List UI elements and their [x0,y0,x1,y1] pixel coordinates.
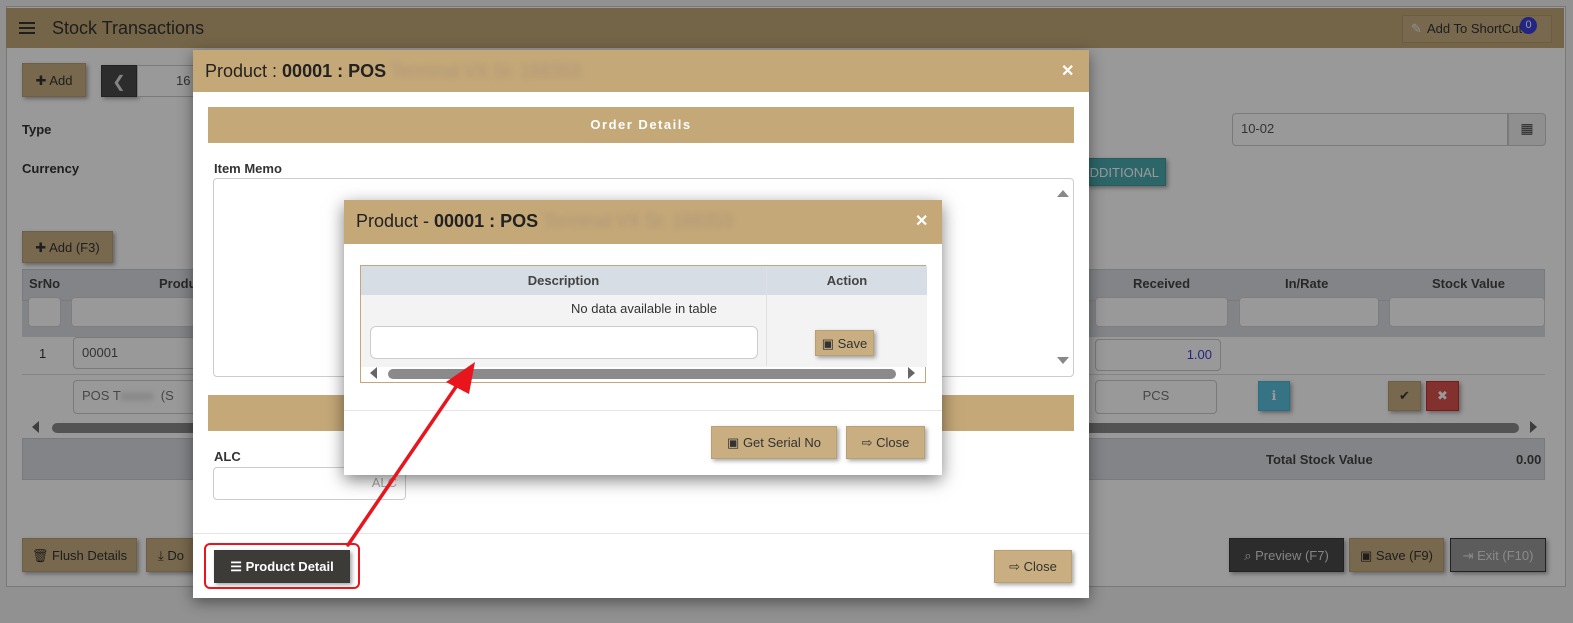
title-blurred: Terminal VX Sr. 188353 [391,61,581,81]
order-details-band: Order Details [208,107,1074,143]
table-scroll-left-icon[interactable] [370,367,377,379]
memo-scroll-up-icon[interactable] [1057,190,1069,197]
floppy-icon: ▣ [821,336,835,351]
empty-message: No data available in table [571,301,717,316]
title-prefix: Product : [205,61,283,81]
product-detail-modal: Product - 00001 : POS Terminal VX Sr. 18… [344,200,942,475]
serial-input[interactable] [370,326,758,359]
product-detail-title: Product - 00001 : POS Terminal VX Sr. 18… [356,211,732,232]
title-blurred: Terminal VX Sr. 188353 [543,211,733,231]
modal-close-label: Close [1023,559,1057,574]
item-memo-label: Item Memo [214,161,282,176]
exit-icon: ⇨ [861,435,873,450]
title-prefix: Product - [356,211,435,231]
col-action: Action [826,273,868,288]
serial-table: Description Action No data available in … [360,265,927,383]
alc-label: ALC [214,449,241,464]
column-divider [766,266,767,366]
serial-save-label: Save [837,336,868,351]
product-modal-title: Product : 00001 : POS Terminal VX Sr. 18… [205,61,580,82]
floppy-icon: ▣ [727,435,740,450]
exit-icon: ⇨ [1009,559,1021,574]
modal-close-button[interactable]: ⇨ Close [994,550,1072,583]
serial-close-button[interactable]: ⇨ Close [846,426,925,459]
modal-footer-divider [193,533,1089,534]
col-description: Description [527,273,600,288]
title-code: 00001 : POS [282,61,387,81]
close-icon[interactable]: ✕ [915,211,928,231]
close-icon[interactable]: ✕ [1061,61,1074,81]
serial-close-label: Close [876,435,910,450]
title-code: 00001 : POS [434,211,539,231]
annotation-highlight [204,543,360,589]
order-details-title: Order Details [590,117,692,132]
table-scrollbar[interactable] [388,369,896,379]
get-serial-no-button[interactable]: ▣ Get Serial No [711,426,837,459]
table-scroll-right-icon[interactable] [908,367,915,379]
memo-scroll-down-icon[interactable] [1057,357,1069,364]
modal-footer-divider [344,410,942,411]
get-serial-label: Get Serial No [742,435,821,450]
alc-placeholder: ALC [371,475,397,490]
serial-save-button[interactable]: ▣ Save [815,330,874,356]
